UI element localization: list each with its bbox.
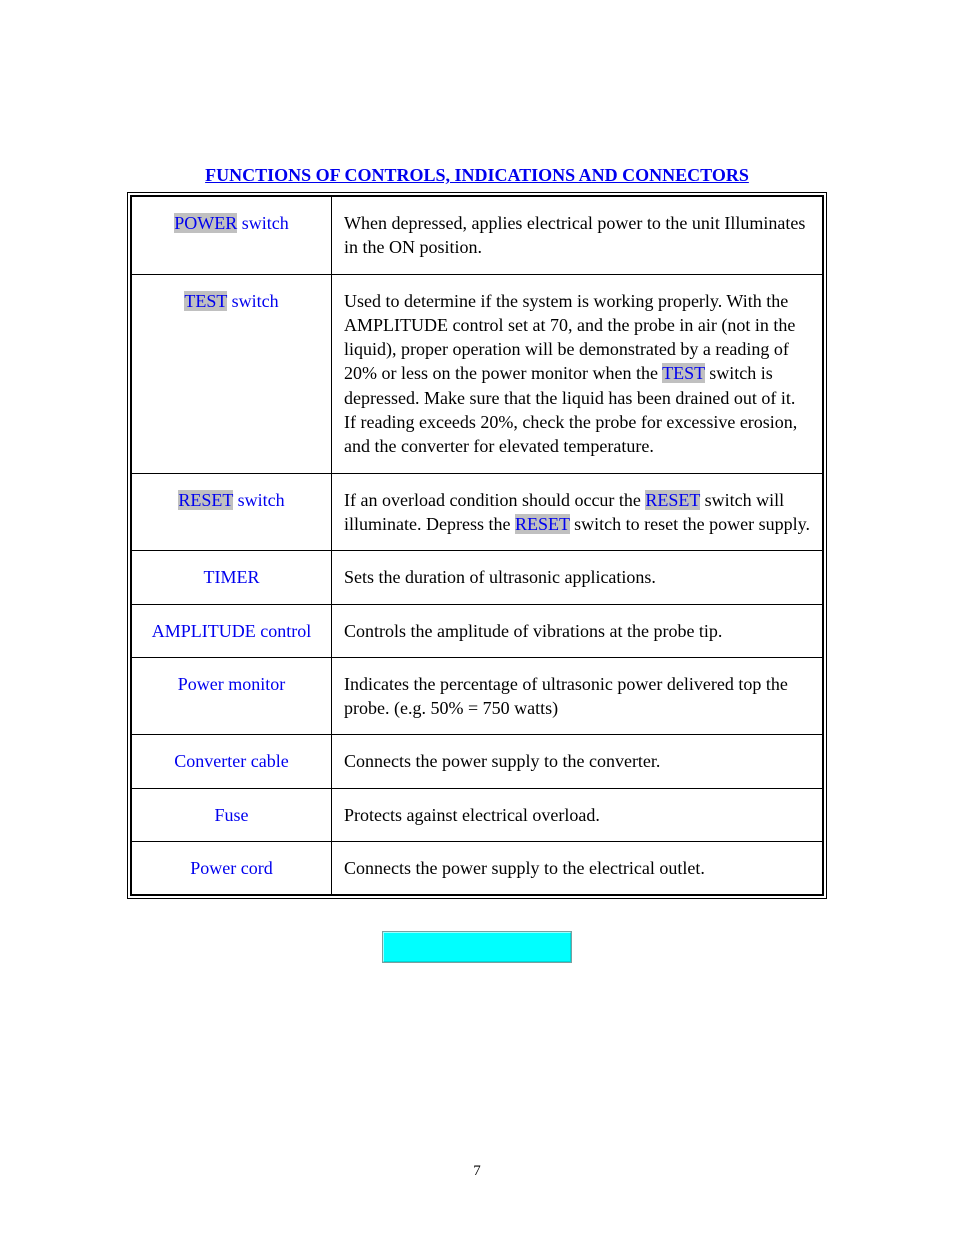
control-label: AMPLITUDE control xyxy=(132,604,332,657)
controls-table: POWER switchWhen depressed, applies elec… xyxy=(131,196,823,895)
control-label: TEST switch xyxy=(132,274,332,473)
label-highlight: TEST xyxy=(184,291,227,311)
label-plain: Converter cable xyxy=(174,751,288,771)
table-row: POWER switchWhen depressed, applies elec… xyxy=(132,197,823,275)
label-rest: switch xyxy=(233,490,285,510)
table-row: Power monitor Indicates the percentage of… xyxy=(132,657,823,735)
control-description: When depressed, applies electrical power… xyxy=(332,197,823,275)
table-row: AMPLITUDE control Controls the amplitude … xyxy=(132,604,823,657)
control-description: Protects against electrical overload. xyxy=(332,788,823,841)
label-plain: Power monitor xyxy=(178,674,286,694)
label-highlight: POWER xyxy=(174,213,237,233)
control-label: Converter cable xyxy=(132,735,332,788)
label-rest: switch xyxy=(227,291,279,311)
control-description: Indicates the percentage of ultrasonic p… xyxy=(332,657,823,735)
control-description: Connects the power supply to the electri… xyxy=(332,842,823,895)
label-rest: switch xyxy=(237,213,289,233)
table-row: Converter cable Connects the power supply… xyxy=(132,735,823,788)
control-description: Controls the amplitude of vibrations at … xyxy=(332,604,823,657)
control-description: Connects the power supply to the convert… xyxy=(332,735,823,788)
control-label: Power monitor xyxy=(132,657,332,735)
table-row: Fuse Protects against electrical overload… xyxy=(132,788,823,841)
control-label: Fuse xyxy=(132,788,332,841)
label-plain: Power cord xyxy=(190,858,272,878)
label-plain: TIMER xyxy=(204,567,260,587)
control-label: Power cord xyxy=(132,842,332,895)
control-label: TIMER xyxy=(132,551,332,604)
table-row: Power cord Connects the power supply to t… xyxy=(132,842,823,895)
control-label: POWER switch xyxy=(132,197,332,275)
table-row: TIMER Sets the duration of ultrasonic app… xyxy=(132,551,823,604)
label-plain: Fuse xyxy=(214,805,248,825)
control-label: RESET switch xyxy=(132,473,332,551)
control-description: Sets the duration of ultrasonic applicat… xyxy=(332,551,823,604)
cyan-box xyxy=(382,931,572,963)
control-description: If an overload condition should occur th… xyxy=(332,473,823,551)
controls-table-wrap: POWER switchWhen depressed, applies elec… xyxy=(127,192,827,899)
label-plain: AMPLITUDE control xyxy=(152,621,311,641)
label-highlight: RESET xyxy=(178,490,233,510)
table-row: RESET switchIf an overload condition sho… xyxy=(132,473,823,551)
section-heading: FUNCTIONS OF CONTROLS, INDICATIONS AND C… xyxy=(0,165,954,186)
control-description: Used to determine if the system is worki… xyxy=(332,274,823,473)
page-number: 7 xyxy=(0,1163,954,1180)
table-row: TEST switchUsed to determine if the syst… xyxy=(132,274,823,473)
